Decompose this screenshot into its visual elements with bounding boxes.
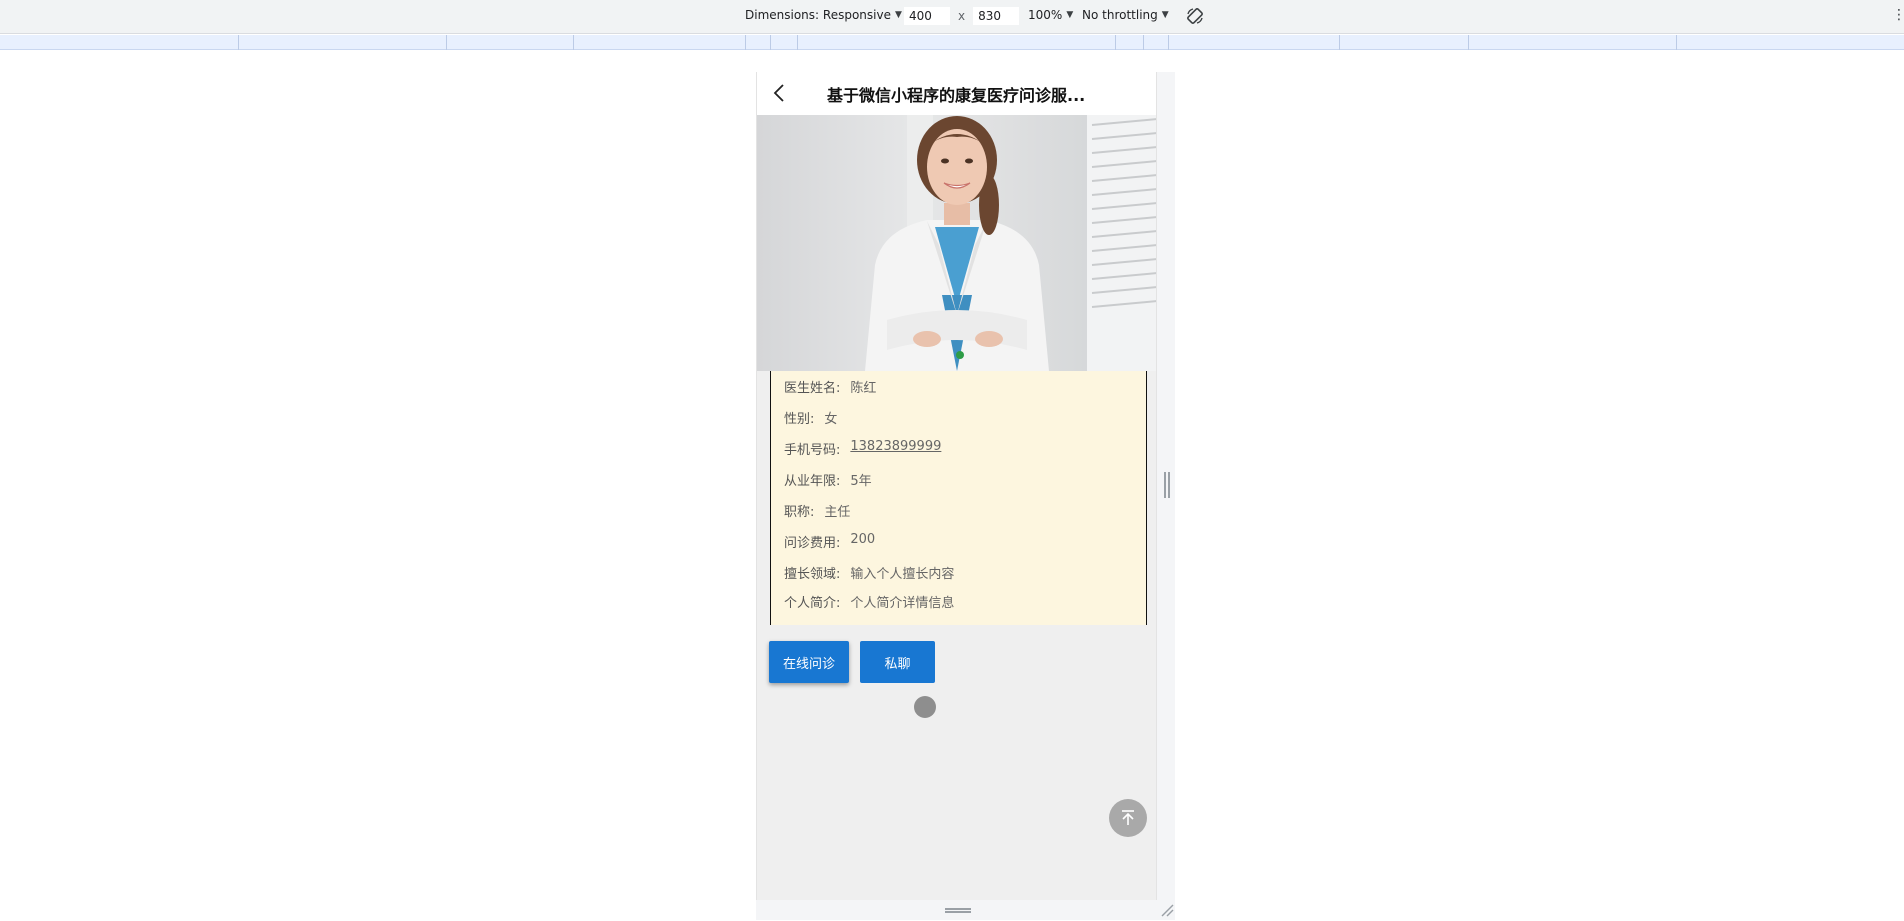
info-row-years: 从业年限: 5年 [784, 470, 872, 489]
dropdown-caret-icon: ▼ [1161, 10, 1169, 20]
touch-cursor [914, 696, 936, 718]
info-row-title: 职称: 主任 [784, 501, 850, 520]
corner-resize-handle[interactable] [1160, 903, 1174, 917]
field-value: 200 [850, 532, 876, 547]
field-value: 个人简介详情信息 [850, 596, 955, 611]
device-viewport: 基于微信小程序的康复医疗问诊服... 医生姓名: 陈红 性别: 女 手机号码: … [756, 72, 1157, 900]
field-label: 问诊费用: [784, 536, 841, 551]
page-title: 基于微信小程序的康复医疗问诊服... [827, 86, 1086, 105]
dimension-inputs: x [904, 7, 1020, 25]
doctor-photo [757, 115, 1156, 371]
info-row-gender: 性别: 女 [784, 408, 837, 427]
online-consult-button[interactable]: 在线问诊 [769, 641, 849, 683]
field-label: 医生姓名: [784, 381, 841, 396]
throttling-dropdown[interactable]: No throttling ▼ [1082, 8, 1169, 22]
carousel-indicator-dot[interactable] [956, 351, 964, 359]
field-value: 输入个人擅长内容 [850, 567, 955, 582]
zoom-label: 100% [1028, 8, 1063, 22]
nav-bar: 基于微信小程序的康复医疗问诊服... [757, 72, 1156, 115]
doctor-info-card: 医生姓名: 陈红 性别: 女 手机号码: 13823899999 从业年限: 5… [770, 371, 1147, 625]
throttling-label: No throttling [1082, 8, 1158, 22]
dropdown-caret-icon: ▼ [894, 10, 902, 20]
arrow-up-to-top-icon [1122, 810, 1134, 825]
height-input[interactable] [973, 7, 1020, 25]
dimensions-label: Dimensions: Responsive [745, 8, 891, 22]
devtools-device-toolbar: Dimensions: Responsive ▼ x 100% ▼ No thr… [0, 0, 1904, 34]
info-row-specialty: 擅长领域: 输入个人擅长内容 [784, 563, 954, 582]
private-chat-button[interactable]: 私聊 [860, 641, 935, 683]
info-row-phone: 手机号码: 13823899999 [784, 439, 941, 458]
info-row-fee: 问诊费用: 200 [784, 532, 875, 551]
info-row-bio: 个人简介: 个人简介详情信息 [784, 592, 954, 611]
dimensions-dropdown[interactable]: Dimensions: Responsive ▼ [745, 8, 902, 22]
field-value: 陈红 [850, 381, 877, 396]
phone-link[interactable]: 13823899999 [850, 439, 941, 458]
back-to-top-button[interactable] [1109, 799, 1147, 837]
dropdown-caret-icon: ▼ [1066, 10, 1074, 20]
device-bottom-edge [756, 900, 1175, 920]
field-label: 性别: [784, 412, 815, 427]
field-value: 5年 [850, 474, 872, 489]
rotate-icon[interactable] [1185, 6, 1205, 26]
media-query-bar[interactable] [0, 35, 1904, 50]
field-label: 擅长领域: [784, 567, 841, 582]
back-arrow-icon[interactable] [769, 82, 791, 104]
field-label: 个人简介: [784, 596, 841, 611]
height-resize-handle[interactable] [945, 908, 971, 913]
field-value: 女 [824, 412, 838, 427]
more-options-icon[interactable]: ⋮ [1892, 8, 1904, 22]
field-label: 从业年限: [784, 474, 841, 489]
info-row-name: 医生姓名: 陈红 [784, 377, 876, 396]
width-input[interactable] [904, 7, 950, 25]
zoom-dropdown[interactable]: 100% ▼ [1028, 8, 1073, 22]
field-label: 职称: [784, 505, 815, 520]
field-value: 主任 [824, 505, 851, 520]
field-label: 手机号码: [784, 443, 841, 458]
width-resize-handle[interactable] [1164, 472, 1170, 498]
times-sign: x [958, 9, 966, 23]
